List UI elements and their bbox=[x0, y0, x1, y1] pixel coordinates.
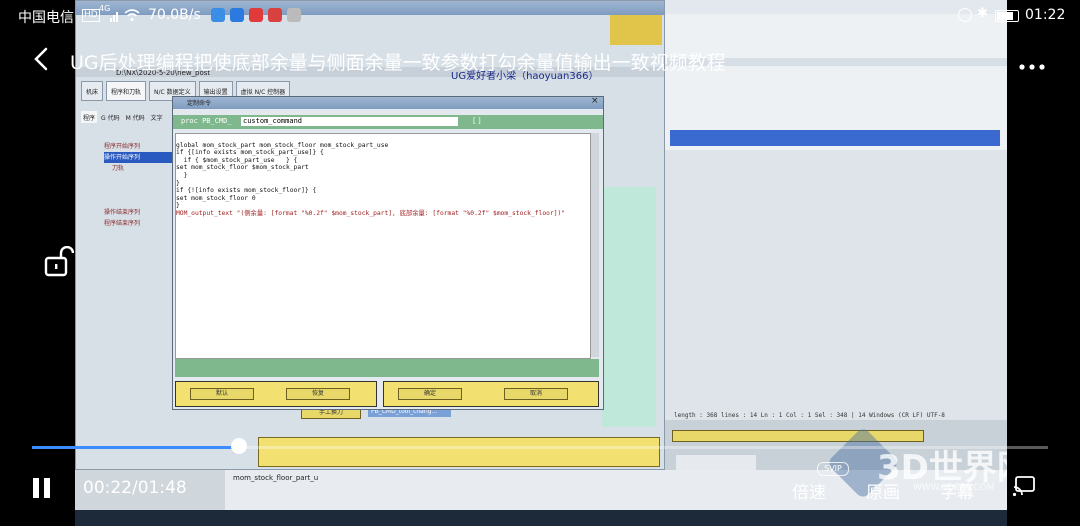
bottom-file: mom_stock_floor_part_u bbox=[233, 474, 319, 482]
dialog-title: 定制命令 bbox=[187, 100, 212, 107]
restore-button[interactable]: 恢复 bbox=[286, 388, 350, 400]
more-horizontal-icon[interactable] bbox=[1018, 52, 1046, 77]
progress-handle[interactable] bbox=[231, 438, 247, 454]
proc-label: proc PB_CMD_ bbox=[181, 117, 232, 125]
highlight-bar bbox=[670, 130, 1000, 146]
code-line: } bbox=[176, 179, 180, 187]
clock: 01:22 bbox=[1025, 7, 1066, 23]
speed-button[interactable]: 倍速 bbox=[792, 478, 826, 503]
code-line: if {[info exists mom_stock_part_use]} { bbox=[176, 149, 324, 157]
code-editor[interactable]: global mom_stock_part mom_stock_floor mo… bbox=[175, 133, 591, 359]
left-tab-text[interactable]: 文字 bbox=[149, 111, 165, 123]
progress-fill bbox=[32, 446, 239, 449]
bottom-yellow-panel bbox=[258, 437, 660, 467]
unlock-icon[interactable] bbox=[44, 245, 75, 282]
status-bar: 中国电信 HD 4G 70.0B/s ✱ 01:22 bbox=[0, 0, 1080, 32]
code-line: if { $mom_stock_part_use } { bbox=[176, 156, 298, 164]
ok-button[interactable]: 确定 bbox=[398, 388, 462, 400]
taskbar bbox=[75, 510, 1007, 526]
left-tab-gcode[interactable]: G 代码 bbox=[99, 111, 122, 123]
code-line: } bbox=[176, 171, 188, 179]
svip-badge: SVIP bbox=[817, 462, 849, 476]
wifi-icon bbox=[124, 8, 140, 26]
subtitle-button[interactable]: 字幕 bbox=[940, 478, 974, 503]
alarm-icon bbox=[958, 8, 972, 22]
bluetooth-icon: ✱ bbox=[977, 6, 988, 21]
code-line: set mom_stock_floor $mom_stock_part bbox=[176, 164, 309, 172]
app-icon-3 bbox=[249, 8, 263, 22]
close-icon[interactable]: × bbox=[591, 96, 599, 106]
chevron-left-icon[interactable] bbox=[28, 45, 56, 73]
signal-icon bbox=[110, 10, 120, 26]
playback-time: 00:22/01:48 bbox=[83, 478, 187, 498]
left-tab-program[interactable]: 程序 bbox=[81, 111, 98, 123]
app-icon-4 bbox=[268, 8, 282, 22]
cast-icon[interactable] bbox=[1012, 475, 1036, 501]
left-tab-mcode[interactable]: M 代码 bbox=[124, 111, 147, 123]
custom-command-dialog: 定制命令 × proc PB_CMD_ custom_command [ ] g… bbox=[172, 96, 604, 410]
app-icon-5 bbox=[287, 8, 301, 22]
code-line: } bbox=[176, 202, 180, 210]
code-line: global mom_stock_part mom_stock_floor mo… bbox=[176, 141, 389, 149]
cancel-button[interactable]: 取消 bbox=[504, 388, 568, 400]
pause-icon[interactable] bbox=[33, 478, 51, 498]
hd-badge: HD bbox=[82, 9, 100, 22]
left-tabs: 程序 G 代码 M 代码 文字 bbox=[81, 111, 176, 123]
tab-program[interactable]: 程序和刀轨 bbox=[106, 81, 147, 101]
default-button[interactable]: 默认 bbox=[190, 388, 254, 400]
app-icon-1 bbox=[211, 8, 225, 22]
proc-name-input[interactable]: custom_command bbox=[241, 117, 458, 126]
quality-button[interactable]: 原画 bbox=[866, 478, 900, 503]
tab-machine[interactable]: 机床 bbox=[81, 81, 104, 101]
dialog-status-band bbox=[175, 359, 599, 377]
video-title: UG后处理编程把使底部余量与侧面余量一致参数打勾余量值输出一致视频教程 bbox=[70, 52, 726, 74]
network-type: 4G bbox=[99, 4, 111, 13]
code-line: if {![info exists mom_stock_floor]} { bbox=[176, 187, 317, 195]
code-line: MOM_output_text "(侧余量: [format "%0.2f" $… bbox=[176, 209, 566, 217]
editor-status: length : 368 lines : 14 Ln : 1 Col : 1 S… bbox=[674, 412, 945, 419]
net-speed: 70.0B/s bbox=[148, 7, 201, 23]
scrollbar[interactable] bbox=[591, 133, 599, 357]
dialog-header-band: proc PB_CMD_ custom_command [ ] bbox=[173, 115, 603, 129]
code-line: set mom_stock_floor 0 bbox=[176, 194, 256, 202]
carrier: 中国电信 bbox=[18, 10, 74, 26]
battery-icon bbox=[995, 10, 1019, 22]
app-icon-2 bbox=[230, 8, 244, 22]
